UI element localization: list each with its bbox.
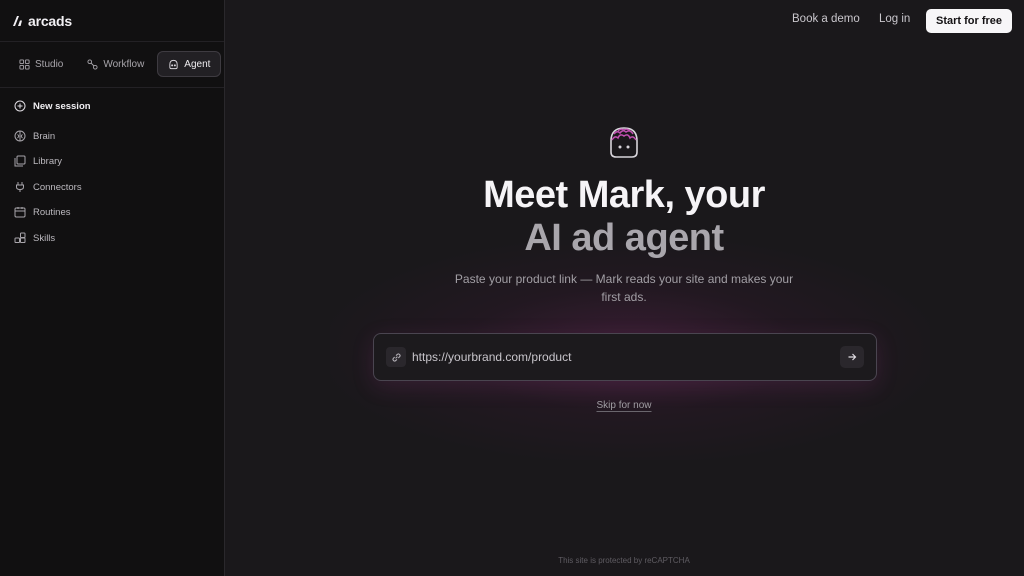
tab-agent[interactable]: Agent bbox=[157, 51, 222, 77]
book-demo-link[interactable]: Book a demo bbox=[792, 13, 860, 25]
logo[interactable]: arcads bbox=[12, 12, 72, 30]
sidebar: arcads Studio Workflow Agent New session… bbox=[0, 0, 225, 576]
tab-workflow-label: Workflow bbox=[103, 58, 145, 70]
product-url-form bbox=[373, 333, 877, 381]
calendar-icon bbox=[14, 207, 26, 218]
hero-headline: Meet Mark, your AI ad agent bbox=[384, 174, 864, 260]
arcads-logo-icon bbox=[13, 16, 22, 26]
brand-name: arcads bbox=[28, 13, 72, 29]
sidebar-item-brain[interactable]: Brain bbox=[14, 128, 55, 144]
new-session-label: New session bbox=[33, 100, 91, 112]
grid-icon bbox=[19, 58, 30, 70]
start-for-free-button[interactable]: Start for free bbox=[926, 9, 1012, 33]
tab-studio-label: Studio bbox=[35, 58, 64, 70]
product-url-input[interactable] bbox=[412, 347, 832, 367]
sidebar-divider bbox=[0, 41, 224, 42]
tab-agent-label: Agent bbox=[184, 58, 211, 70]
arrow-right-icon bbox=[848, 353, 857, 361]
library-icon bbox=[14, 155, 26, 167]
headline-line-2: AI ad agent bbox=[524, 217, 724, 259]
hero-subtitle: Paste your product link — Mark reads you… bbox=[454, 272, 794, 304]
sidebar-item-label: Connectors bbox=[33, 181, 82, 193]
workflow-icon bbox=[87, 58, 98, 70]
mark-mascot-icon bbox=[610, 127, 638, 158]
sidebar-item-label: Skills bbox=[33, 232, 56, 244]
sidebar-item-label: Library bbox=[33, 155, 63, 167]
submit-url-button[interactable] bbox=[840, 346, 864, 368]
headline-line-1: Meet Mark, your bbox=[483, 174, 765, 216]
link-icon bbox=[391, 352, 401, 362]
brain-icon bbox=[14, 130, 26, 142]
tab-workflow[interactable]: Workflow bbox=[76, 51, 155, 77]
tab-studio[interactable]: Studio bbox=[8, 51, 74, 77]
sidebar-item-skills[interactable]: Skills bbox=[14, 230, 55, 246]
agent-icon bbox=[169, 59, 178, 69]
sidebar-item-routines[interactable]: Routines bbox=[14, 204, 71, 220]
login-link[interactable]: Log in bbox=[879, 13, 910, 25]
sidebar-divider bbox=[0, 87, 224, 88]
plus-circle-icon bbox=[14, 100, 26, 112]
sidebar-item-label: Brain bbox=[33, 130, 56, 142]
blocks-icon bbox=[14, 232, 26, 243]
sidebar-item-label: Routines bbox=[33, 206, 71, 218]
sidebar-item-library[interactable]: Library bbox=[14, 153, 62, 169]
link-icon-wrapper bbox=[386, 347, 406, 367]
plug-icon bbox=[16, 182, 24, 192]
recaptcha-notice: This site is protected by reCAPTCHA bbox=[558, 556, 690, 565]
new-session-button[interactable]: New session bbox=[14, 98, 91, 114]
mode-tabs: Studio Workflow Agent bbox=[8, 51, 222, 79]
sidebar-item-connectors[interactable]: Connectors bbox=[14, 179, 82, 195]
skip-for-now-link[interactable]: Skip for now bbox=[574, 400, 674, 411]
